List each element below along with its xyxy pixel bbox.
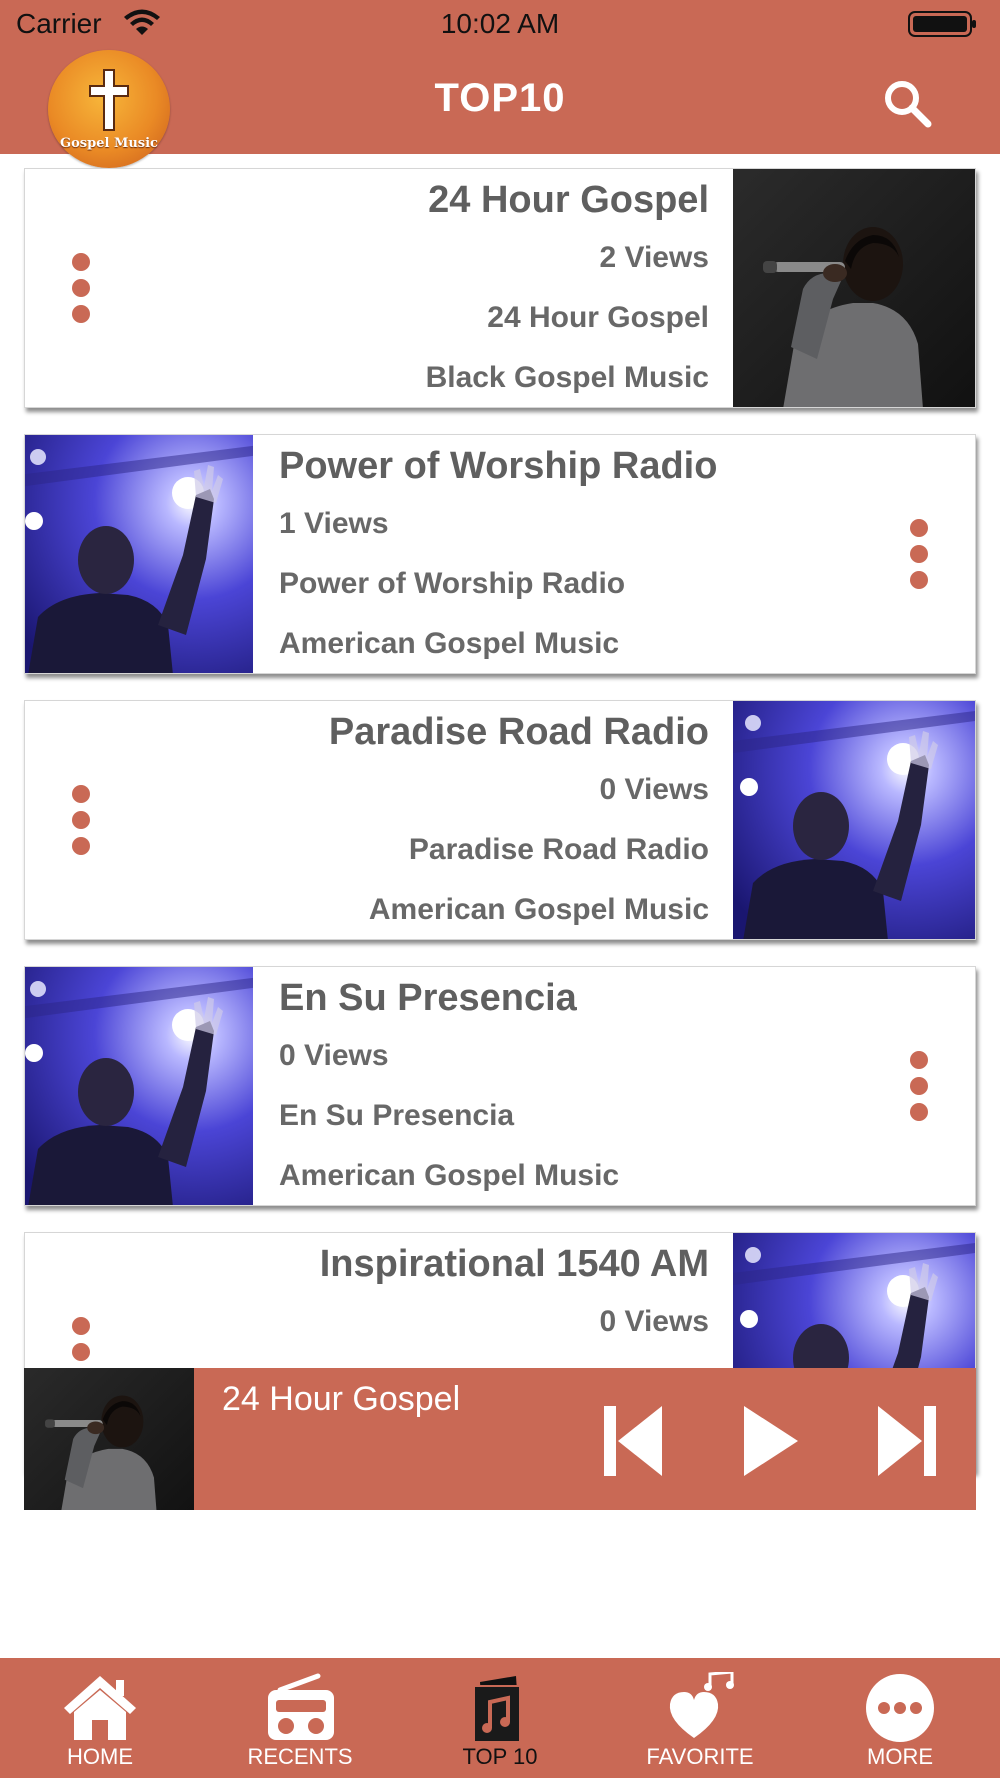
previous-icon[interactable]	[602, 1400, 668, 1482]
more-options-icon[interactable]	[907, 1051, 931, 1131]
now-playing-bar[interactable]: 24 Hour Gospel	[24, 1368, 976, 1510]
station-title: Inspirational 1540 AM	[319, 1243, 709, 1285]
more-icon	[866, 1674, 934, 1742]
station-thumbnail	[733, 169, 975, 408]
station-views: 0 Views	[599, 773, 709, 806]
station-subtitle: 24 Hour Gospel	[487, 301, 709, 334]
now-playing-thumbnail	[24, 1368, 194, 1510]
station-info: En Su Presencia 0 Views En Su Presencia …	[279, 967, 879, 1205]
tab-more[interactable]: MORE	[800, 1658, 1000, 1778]
music-note-icon	[473, 1676, 521, 1743]
station-genre: American Gospel Music	[279, 627, 620, 660]
station-thumbnail	[25, 967, 253, 1206]
station-info: Power of Worship Radio 1 Views Power of …	[279, 435, 879, 673]
search-icon[interactable]	[880, 76, 934, 130]
heart-music-icon	[669, 1672, 734, 1738]
station-genre: American Gospel Music	[279, 1159, 620, 1192]
tab-label: TOP 10	[462, 1744, 538, 1769]
tab-label: RECENTS	[247, 1744, 353, 1769]
status-time: 10:02 AM	[440, 8, 560, 39]
station-thumbnail	[733, 701, 975, 940]
station-views: 2 Views	[599, 241, 709, 274]
station-title: Power of Worship Radio	[279, 445, 718, 487]
tab-label: MORE	[867, 1744, 933, 1769]
station-card[interactable]: Power of Worship Radio 1 Views Power of …	[24, 434, 976, 674]
tab-recents[interactable]: RECENTS	[200, 1658, 400, 1778]
station-card[interactable]: 24 Hour Gospel 2 Views 24 Hour Gospel Bl…	[24, 168, 976, 408]
station-views: 0 Views	[279, 1039, 389, 1072]
tab-home[interactable]: HOME	[0, 1658, 200, 1778]
logo-text: Gospel Music	[60, 136, 158, 151]
tab-label: HOME	[67, 1744, 133, 1769]
more-options-icon[interactable]	[69, 785, 93, 865]
station-title: Paradise Road Radio	[328, 711, 709, 753]
page-title: TOP10	[434, 76, 566, 120]
station-views: 1 Views	[279, 507, 389, 540]
station-subtitle: Paradise Road Radio	[408, 833, 709, 866]
battery-icon	[908, 11, 976, 37]
tab-label: FAVORITE	[646, 1744, 754, 1769]
station-genre: Black Gospel Music	[425, 361, 709, 394]
station-views: 0 Views	[599, 1305, 709, 1338]
station-card[interactable]: En Su Presencia 0 Views En Su Presencia …	[24, 966, 976, 1206]
station-list[interactable]: 24 Hour Gospel 2 Views 24 Hour Gospel Bl…	[0, 154, 1000, 1518]
station-info: 24 Hour Gospel 2 Views 24 Hour Gospel Bl…	[109, 169, 709, 407]
now-playing-title: 24 Hour Gospel	[222, 1380, 461, 1418]
tab-top10[interactable]: TOP 10	[400, 1658, 600, 1778]
home-icon	[64, 1676, 136, 1740]
station-info: Paradise Road Radio 0 Views Paradise Roa…	[109, 701, 709, 939]
status-bar: Carrier 10:02 AM	[0, 0, 1000, 50]
more-options-icon[interactable]	[69, 253, 93, 333]
radio-icon	[268, 1673, 334, 1740]
more-options-icon[interactable]	[907, 519, 931, 599]
play-icon[interactable]	[736, 1400, 802, 1482]
tab-favorite[interactable]: FAVORITE	[600, 1658, 800, 1778]
next-icon[interactable]	[872, 1400, 938, 1482]
station-card[interactable]: Paradise Road Radio 0 Views Paradise Roa…	[24, 700, 976, 940]
station-title: En Su Presencia	[279, 977, 577, 1019]
tab-bar: HOME RECENTS TOP 10 FAVORITE MORE	[0, 1658, 1000, 1778]
station-genre: American Gospel Music	[368, 893, 709, 926]
station-title: 24 Hour Gospel	[428, 179, 709, 221]
station-subtitle: En Su Presencia	[279, 1099, 515, 1132]
station-thumbnail	[25, 435, 253, 674]
station-subtitle: Power of Worship Radio	[279, 567, 626, 600]
app-header: Gospel Music TOP10	[0, 50, 1000, 168]
